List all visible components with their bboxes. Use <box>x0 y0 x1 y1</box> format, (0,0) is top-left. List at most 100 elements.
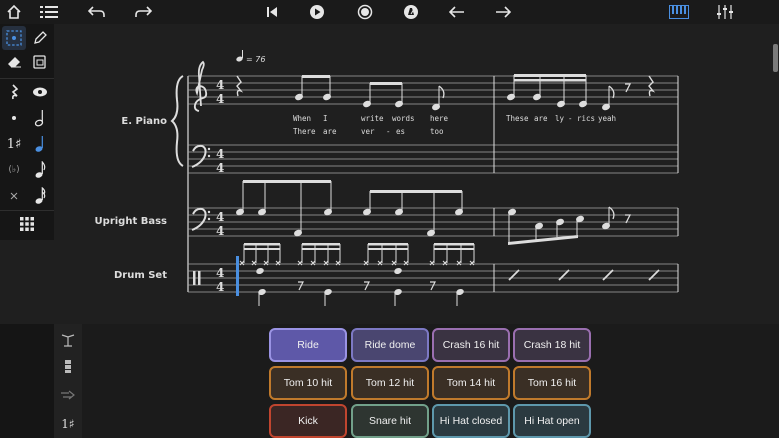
lyrics-measure-2: These are ly - rics yeah <box>506 114 616 123</box>
piano-keyboard-icon[interactable] <box>667 2 691 22</box>
score-canvas[interactable]: = 76 E. Piano Upright Bass Drum Set 44 4… <box>54 24 779 324</box>
bass-clef-icon <box>191 144 211 231</box>
bottom-left-gutter <box>0 324 54 438</box>
dot-icon[interactable] <box>2 106 26 130</box>
redo-icon[interactable] <box>132 2 154 22</box>
eighth-note-icon[interactable] <box>28 158 52 182</box>
pad-ride[interactable]: Ride <box>269 328 347 362</box>
svg-text:There: There <box>293 127 316 136</box>
lyrics-verse-2: There are ver - es too <box>293 127 444 136</box>
svg-text:are: are <box>534 114 548 123</box>
time-signatures: 44 44 44 44 <box>216 78 224 294</box>
bass-measure-2[interactable] <box>508 206 632 245</box>
pad-tom-12[interactable]: Tom 12 hit <box>351 366 429 400</box>
pad-ride-dome[interactable]: Ride dome <box>351 328 429 362</box>
drum-measure-1[interactable] <box>239 243 475 306</box>
record-icon[interactable] <box>354 2 376 22</box>
select-icon[interactable] <box>2 26 26 50</box>
svg-text:es: es <box>396 127 405 136</box>
pencil-icon[interactable] <box>28 26 52 50</box>
pad-crash-16[interactable]: Crash 16 hit <box>432 328 510 362</box>
svg-text:ly: ly <box>555 114 565 123</box>
pad-tuplet-icon[interactable]: 1♯ <box>58 414 78 434</box>
tempo-marking: = 76 <box>246 55 265 64</box>
app-window: 1♯ (♭) = 76 E. Piano Upright Bass Drum S… <box>0 0 779 438</box>
voice-icon[interactable]: (♭) <box>2 158 26 182</box>
pad-tom-16[interactable]: Tom 16 hit <box>513 366 591 400</box>
pad-tom-10[interactable]: Tom 10 hit <box>269 366 347 400</box>
eraser-icon[interactable] <box>2 50 26 74</box>
tool-divider <box>0 78 54 79</box>
undo-icon[interactable] <box>86 2 108 22</box>
score-view[interactable]: = 76 E. Piano Upright Bass Drum Set 4 4 … <box>54 24 779 324</box>
quarter-note-icon[interactable] <box>28 132 52 156</box>
pad-label: Kick <box>298 415 318 427</box>
pad-tom-14[interactable]: Tom 14 hit <box>432 366 510 400</box>
tuplet-icon[interactable]: 1♯ <box>2 132 26 156</box>
pad-snare[interactable]: Snare hit <box>351 404 429 438</box>
svg-text:-: - <box>386 127 391 136</box>
play-icon[interactable] <box>306 2 328 22</box>
instrument-name-bass: Upright Bass <box>95 216 167 227</box>
svg-text:here: here <box>430 114 449 123</box>
svg-text:too: too <box>430 127 444 136</box>
score-scrollbar[interactable] <box>773 44 778 72</box>
svg-text:4: 4 <box>216 280 224 294</box>
svg-text:write: write <box>361 114 384 123</box>
pad-crash-18[interactable]: Crash 18 hit <box>513 328 591 362</box>
rest-icon[interactable] <box>2 80 26 104</box>
pad-label: Snare hit <box>368 415 412 427</box>
drum-pad-panel: 1♯ Ride Ride dome Crash 16 hit Crash 18 … <box>0 324 779 438</box>
svg-text:rics: rics <box>577 114 595 123</box>
pad-label: Tom 10 hit <box>283 377 333 389</box>
pad-label: Tom 16 hit <box>527 377 577 389</box>
svg-text:I: I <box>323 114 328 123</box>
measure-barlines <box>493 76 679 292</box>
svg-text:4: 4 <box>216 266 224 280</box>
svg-text:When: When <box>293 114 311 123</box>
svg-text:are: are <box>323 127 337 136</box>
mixer-icon[interactable] <box>713 2 737 22</box>
instrument-name-piano: E. Piano <box>121 116 167 127</box>
svg-text:4: 4 <box>216 78 224 92</box>
pad-label: Hi Hat open <box>524 415 580 427</box>
svg-text:4: 4 <box>216 92 224 106</box>
svg-text:ver: ver <box>361 127 375 136</box>
pad-label: Tom 12 hit <box>365 377 415 389</box>
view-icon[interactable] <box>28 80 52 104</box>
pad-hihat-open[interactable]: Hi Hat open <box>513 404 591 438</box>
svg-text:yeah: yeah <box>598 114 616 123</box>
svg-text:4: 4 <box>216 161 224 175</box>
metronome-icon[interactable] <box>400 2 422 22</box>
menu-icon[interactable] <box>38 2 60 22</box>
arrow-left-icon[interactable] <box>446 2 468 22</box>
clipboard-icon[interactable] <box>28 50 52 74</box>
skip-to-start-icon[interactable] <box>261 2 283 22</box>
piano-measure-2[interactable] <box>507 74 656 111</box>
svg-text:4: 4 <box>216 210 224 224</box>
cymbal-icon[interactable] <box>58 329 78 349</box>
playback-cursor[interactable] <box>236 256 239 296</box>
pad-kick[interactable]: Kick <box>269 404 347 438</box>
pad-tools-column: 1♯ <box>54 324 82 438</box>
cross-icon[interactable] <box>2 184 26 208</box>
arrow-right-icon[interactable] <box>492 2 514 22</box>
top-toolbar <box>0 0 779 24</box>
half-note-icon[interactable] <box>28 106 52 130</box>
pad-label: Ride <box>297 339 319 351</box>
drum-stack-icon[interactable] <box>58 356 78 376</box>
pad-label: Ride dome <box>364 339 416 351</box>
piano-brace <box>170 75 184 167</box>
pad-hihat-closed[interactable]: Hi Hat closed <box>432 404 510 438</box>
lyrics-verse-1: When I write words here <box>293 114 449 123</box>
sixteenth-note-icon[interactable] <box>28 184 52 208</box>
svg-text:These: These <box>506 114 529 123</box>
pad-label: Tom 14 hit <box>446 377 496 389</box>
pad-label: Crash 16 hit <box>442 339 500 351</box>
drum-measure-2-slashes[interactable] <box>508 269 660 281</box>
pad-label: Hi Hat closed <box>439 415 503 427</box>
drum-hit-icon[interactable] <box>58 385 78 405</box>
home-icon[interactable] <box>3 2 25 22</box>
grid-icon[interactable] <box>15 212 39 236</box>
piano-measure-1[interactable] <box>236 75 445 111</box>
